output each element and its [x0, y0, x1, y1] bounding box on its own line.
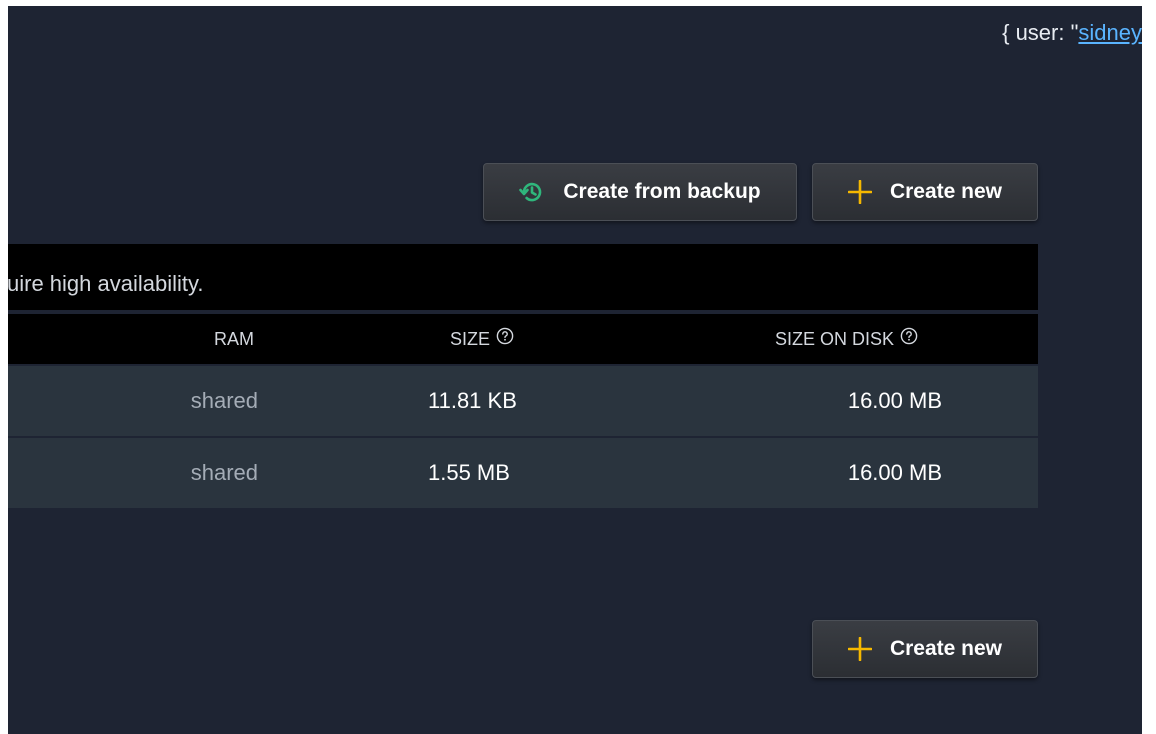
cell-size-on-disk: 16.00 MB: [847, 388, 942, 413]
help-circle-icon[interactable]: [496, 327, 514, 345]
create-new-label: Create new: [889, 180, 1003, 203]
cell-size-on-disk: 16.00 MB: [847, 460, 942, 485]
cell-size: 11.81 KB: [428, 388, 517, 413]
app-frame: { user: "sidney Create from backup Creat…: [8, 6, 1142, 734]
cell-ram: shared: [190, 460, 258, 485]
cell-ram: shared: [190, 388, 258, 413]
plus-icon: [847, 637, 872, 661]
table-row[interactable]: shared 1.55 MB 16.00 MB: [8, 438, 1038, 508]
user-prefix: { user: ": [1002, 20, 1079, 45]
table-header: RAM SIZE SIZE ON DISK: [8, 314, 1038, 364]
table-row[interactable]: shared 11.81 KB 16.00 MB: [8, 366, 1038, 436]
availability-notice: uire high availability.: [8, 244, 1038, 310]
history-restore-icon: [519, 179, 545, 205]
create-new-bottom-button[interactable]: Create new: [812, 620, 1038, 678]
column-header-size-on-disk[interactable]: SIZE ON DISK: [775, 314, 918, 364]
column-header-ram[interactable]: RAM: [214, 314, 254, 364]
plus-icon: [847, 180, 872, 204]
create-new-button[interactable]: Create new: [812, 163, 1038, 221]
cell-size: 1.55 MB: [428, 460, 510, 485]
user-link[interactable]: sidney: [1078, 20, 1142, 45]
column-header-size[interactable]: SIZE: [450, 314, 514, 364]
notice-text: uire high availability.: [8, 271, 204, 296]
create-from-backup-label: Create from backup: [563, 180, 761, 203]
user-indicator: { user: "sidney: [1002, 20, 1142, 46]
help-circle-icon[interactable]: [900, 327, 918, 345]
create-from-backup-button[interactable]: Create from backup: [483, 163, 797, 221]
create-new-label: Create new: [889, 637, 1003, 660]
